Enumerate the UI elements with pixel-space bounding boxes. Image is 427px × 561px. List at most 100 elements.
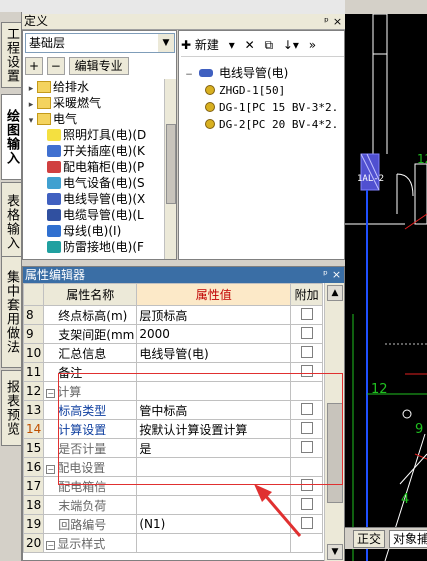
property-name: 回路编号 [58,517,107,532]
property-value[interactable] [136,476,292,496]
scroll-up-icon[interactable]: ▲ [327,285,343,301]
property-row[interactable]: 17 配电箱信 [22,476,323,496]
collapse-icon[interactable]: − [46,540,56,550]
cad-canvas[interactable]: 1AL-2 12 12 9 4 [345,14,427,561]
property-table: 属性名称 属性值 附加 8 终点标高(m) 层顶标高 9 支架间距(mm 2000 10 汇总… [22,283,323,553]
property-value[interactable]: 层顶标高 [136,305,292,325]
attach-checkbox[interactable] [300,403,313,415]
ortho-toggle[interactable]: 正交 [353,530,386,548]
snap-toggle[interactable]: 对象捕 [389,530,427,548]
tree-item[interactable]: ▸ 给排水 [25,79,165,95]
component-root[interactable]: − 电线导管(电) [183,65,345,82]
scroll-down-icon[interactable]: ▼ [327,544,343,560]
property-row[interactable]: 20− 显示样式 [22,533,323,553]
tab-project-settings[interactable]: 工程设置 [1,22,21,88]
pin-icon[interactable]: ᵖ [320,267,331,283]
collapse-icon[interactable]: − [46,388,56,398]
sort-icon[interactable]: ↓▾ [283,35,299,55]
collapse-all-button[interactable]: − [46,57,65,75]
tree-item-label: 开关插座(电)(K [63,144,145,158]
new-button[interactable]: ✚ 新建 ▾ [181,35,235,55]
more-icon[interactable]: » [309,35,316,55]
tree-item[interactable]: 电气设备(电)(S [25,175,165,191]
row-number: 14 [22,419,45,439]
tab-report-preview[interactable]: 报表预览 [1,370,21,446]
property-value[interactable]: (N1) [136,514,292,534]
property-row[interactable]: 9 支架间距(mm 2000 [22,324,323,344]
property-value[interactable] [136,495,292,515]
tree-item[interactable]: ▾ 电气 [25,111,165,127]
add-column-cell [290,324,323,344]
property-value[interactable] [136,362,292,382]
tree-item[interactable]: ▸ 采暖燃气 [25,95,165,111]
tree-item[interactable]: 电线导管(电)(X [25,191,165,207]
close-icon[interactable]: × [331,267,342,283]
attach-checkbox[interactable] [300,346,313,358]
row-number: 17 [22,476,45,496]
property-row[interactable]: 19 回路编号 (N1) [22,514,323,534]
property-row[interactable]: 16− 配电设置 [22,457,323,477]
tree-item-label: 电缆导管(电)(L [63,208,144,222]
left-toolbar: + − 编辑专业 [25,57,175,77]
tree-item[interactable]: 母线(电)(I) [25,223,165,239]
category-tree-pane: 基础层 ▼ + − 编辑专业 ▸ 给排水 ▸ 采暖燃气 ▾ 电气 照明灯具(电)(D 开关插座… [22,30,177,260]
component-type-icon [47,129,61,141]
property-name-cell: 计算设置 [43,419,138,439]
property-row[interactable]: 11 备注 [22,362,323,382]
folder-icon [37,81,51,93]
close-icon[interactable]: × [332,14,343,29]
property-value[interactable]: 2000 [136,324,292,344]
property-scrollbar[interactable]: ▲ ▼ [324,283,344,561]
property-row[interactable]: 12− 计算 [22,381,323,401]
tree-item[interactable]: 电缆导管(电)(L [25,207,165,223]
collapse-icon[interactable]: − [46,464,56,474]
property-value[interactable]: 管中标高 [136,400,292,420]
property-value[interactable]: 按默认计算设置计算 [136,419,292,439]
tree-scrollbar[interactable] [164,79,176,259]
component-item[interactable]: DG-2[PC 20 BV-4*2. [183,116,345,133]
attach-checkbox[interactable] [300,441,313,453]
component-item[interactable]: ZHGD-1[50] [183,82,345,99]
property-row[interactable]: 8 终点标高(m) 层顶标高 [22,305,323,325]
property-name: 标高类型 [58,403,107,418]
property-row[interactable]: 18 末端负荷 [22,495,323,515]
attach-checkbox[interactable] [300,517,313,529]
attach-checkbox[interactable] [300,308,313,320]
property-name-cell: 配电箱信 [43,476,138,496]
property-value[interactable]: 电线导管(电) [136,343,292,363]
tree-item[interactable]: 配电箱柜(电)(P [25,159,165,175]
expand-all-button[interactable]: + [25,57,43,75]
chevron-down-icon[interactable]: ▼ [158,34,174,52]
property-name-cell: 标高类型 [43,400,138,420]
scroll-thumb[interactable] [166,124,176,204]
tab-batch-apply[interactable]: 集中套用做法 [1,256,21,368]
copy-icon[interactable]: ⧉ [264,35,273,55]
tree-item[interactable]: 防雷接地(电)(F [25,239,165,255]
column-header-add: 附加 [290,283,323,306]
property-row[interactable]: 15 是否计量 是 [22,438,323,458]
property-row[interactable]: 10 汇总信息 电线导管(电) [22,343,323,363]
tab-drawing-input[interactable]: 绘图输入 [1,94,21,180]
attach-checkbox[interactable] [300,498,313,510]
component-item[interactable]: DG-1[PC 15 BV-3*2. [183,99,345,116]
attach-checkbox[interactable] [300,327,313,339]
attach-checkbox[interactable] [300,422,313,434]
delete-icon[interactable]: ✕ [245,35,255,55]
attach-checkbox[interactable] [300,365,313,377]
edit-spec-button[interactable]: 编辑专业 [68,57,129,75]
property-name: 备注 [58,365,83,380]
property-name: 支架间距(mm [58,327,135,342]
tree-item[interactable]: 照明灯具(电)(D [25,127,165,143]
tree-item[interactable]: 开关插座(电)(K [25,143,165,159]
property-value[interactable]: 是 [136,438,292,458]
add-column-cell [290,400,323,420]
property-row[interactable]: 13 标高类型 管中标高 [22,400,323,420]
pin-icon[interactable]: ᵖ [321,14,332,29]
scroll-thumb[interactable] [327,403,343,503]
property-name-cell: 支架间距(mm [43,324,138,344]
property-row[interactable]: 14 计算设置 按默认计算设置计算 [22,419,323,439]
tab-table-input[interactable]: 表格输入 [1,182,21,262]
floor-select[interactable]: 基础层 ▼ [25,33,175,53]
attach-checkbox[interactable] [300,479,313,491]
row-number: 15 [22,438,45,458]
